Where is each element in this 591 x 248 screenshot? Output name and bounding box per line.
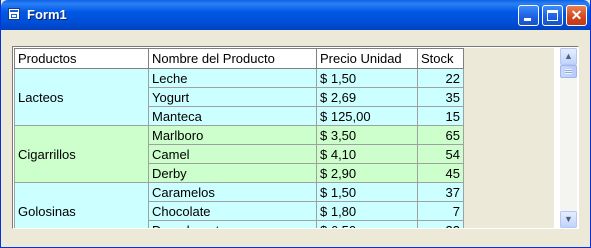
table-row: Golosinas Caramelos $ 1,50 37 bbox=[14, 182, 464, 228]
product-name-cell[interactable]: Marlboro bbox=[148, 125, 317, 145]
stock-cell[interactable]: 35 bbox=[417, 87, 464, 107]
stock-cell[interactable]: 37 bbox=[417, 182, 464, 202]
stock-cell[interactable]: 22 bbox=[417, 220, 464, 228]
scroll-thumb[interactable] bbox=[560, 65, 577, 78]
vertical-scrollbar[interactable]: ▲ ▼ bbox=[560, 48, 577, 228]
header-productos[interactable]: Productos bbox=[14, 48, 149, 69]
category-cell[interactable]: Golosinas bbox=[14, 182, 149, 228]
table-row: Cigarrillos Marlboro $ 3,50 65 bbox=[14, 125, 464, 183]
grid-table: Productos Nombre del Producto Precio Uni… bbox=[14, 48, 464, 228]
product-name-cell[interactable]: Yogurt bbox=[148, 87, 317, 107]
price-cell[interactable]: $ 3,50 bbox=[316, 125, 418, 145]
grid-viewport: Productos Nombre del Producto Precio Uni… bbox=[14, 48, 554, 228]
price-cell[interactable]: $ 6,50 bbox=[316, 220, 418, 228]
scroll-up-button[interactable]: ▲ bbox=[560, 48, 577, 65]
stock-cell[interactable]: 54 bbox=[417, 144, 464, 164]
stock-cell[interactable]: 22 bbox=[417, 68, 464, 88]
product-name-cell[interactable]: Camel bbox=[148, 144, 317, 164]
minimize-button[interactable] bbox=[518, 5, 539, 26]
product-name-cell[interactable]: Leche bbox=[148, 68, 317, 88]
product-name-cell[interactable]: Chocolate bbox=[148, 201, 317, 221]
scroll-down-button[interactable]: ▼ bbox=[560, 211, 577, 228]
chevron-up-icon: ▲ bbox=[564, 51, 573, 61]
header-nombre[interactable]: Nombre del Producto bbox=[148, 48, 317, 69]
price-cell[interactable]: $ 125,00 bbox=[316, 106, 418, 126]
price-cell[interactable]: $ 1,50 bbox=[316, 182, 418, 202]
close-icon: ✕ bbox=[570, 7, 583, 23]
stock-cell[interactable]: 7 bbox=[417, 201, 464, 221]
price-cell[interactable]: $ 1,80 bbox=[316, 201, 418, 221]
close-button[interactable]: ✕ bbox=[566, 5, 587, 26]
minimize-icon bbox=[524, 18, 531, 21]
window-title: Form1 bbox=[27, 7, 67, 22]
maximize-icon bbox=[547, 10, 558, 21]
category-cell[interactable]: Lacteos bbox=[14, 68, 149, 126]
category-cell[interactable]: Cigarrillos bbox=[14, 125, 149, 183]
stock-cell[interactable]: 65 bbox=[417, 125, 464, 145]
form-window: Form1 ✕ Productos Nombre del Producto Pr… bbox=[0, 0, 591, 248]
chevron-down-icon: ▼ bbox=[564, 214, 573, 224]
product-name-cell[interactable]: Manteca bbox=[148, 106, 317, 126]
product-name-cell[interactable]: Caramelos bbox=[148, 182, 317, 202]
grid-header-row: Productos Nombre del Producto Precio Uni… bbox=[14, 48, 464, 69]
product-grid[interactable]: Productos Nombre del Producto Precio Uni… bbox=[12, 46, 579, 229]
maximize-button[interactable] bbox=[542, 5, 563, 26]
price-cell[interactable]: $ 2,90 bbox=[316, 163, 418, 183]
table-row: Lacteos Leche $ 1,50 22 bbox=[14, 68, 464, 126]
title-bar[interactable]: Form1 ✕ bbox=[1, 0, 590, 30]
stock-cell[interactable]: 15 bbox=[417, 106, 464, 126]
stock-cell[interactable]: 45 bbox=[417, 163, 464, 183]
header-precio[interactable]: Precio Unidad bbox=[316, 48, 418, 69]
price-cell[interactable]: $ 1,50 bbox=[316, 68, 418, 88]
price-cell[interactable]: $ 2,69 bbox=[316, 87, 418, 107]
grid-body: Lacteos Leche $ 1,50 22 Yogurt $ 2,69 35 Mantec… bbox=[14, 68, 464, 228]
header-stock[interactable]: Stock bbox=[417, 48, 464, 69]
product-name-cell[interactable]: Desodorante bbox=[148, 220, 317, 228]
form-icon bbox=[8, 8, 20, 20]
price-cell[interactable]: $ 4,10 bbox=[316, 144, 418, 164]
product-name-cell[interactable]: Derby bbox=[148, 163, 317, 183]
